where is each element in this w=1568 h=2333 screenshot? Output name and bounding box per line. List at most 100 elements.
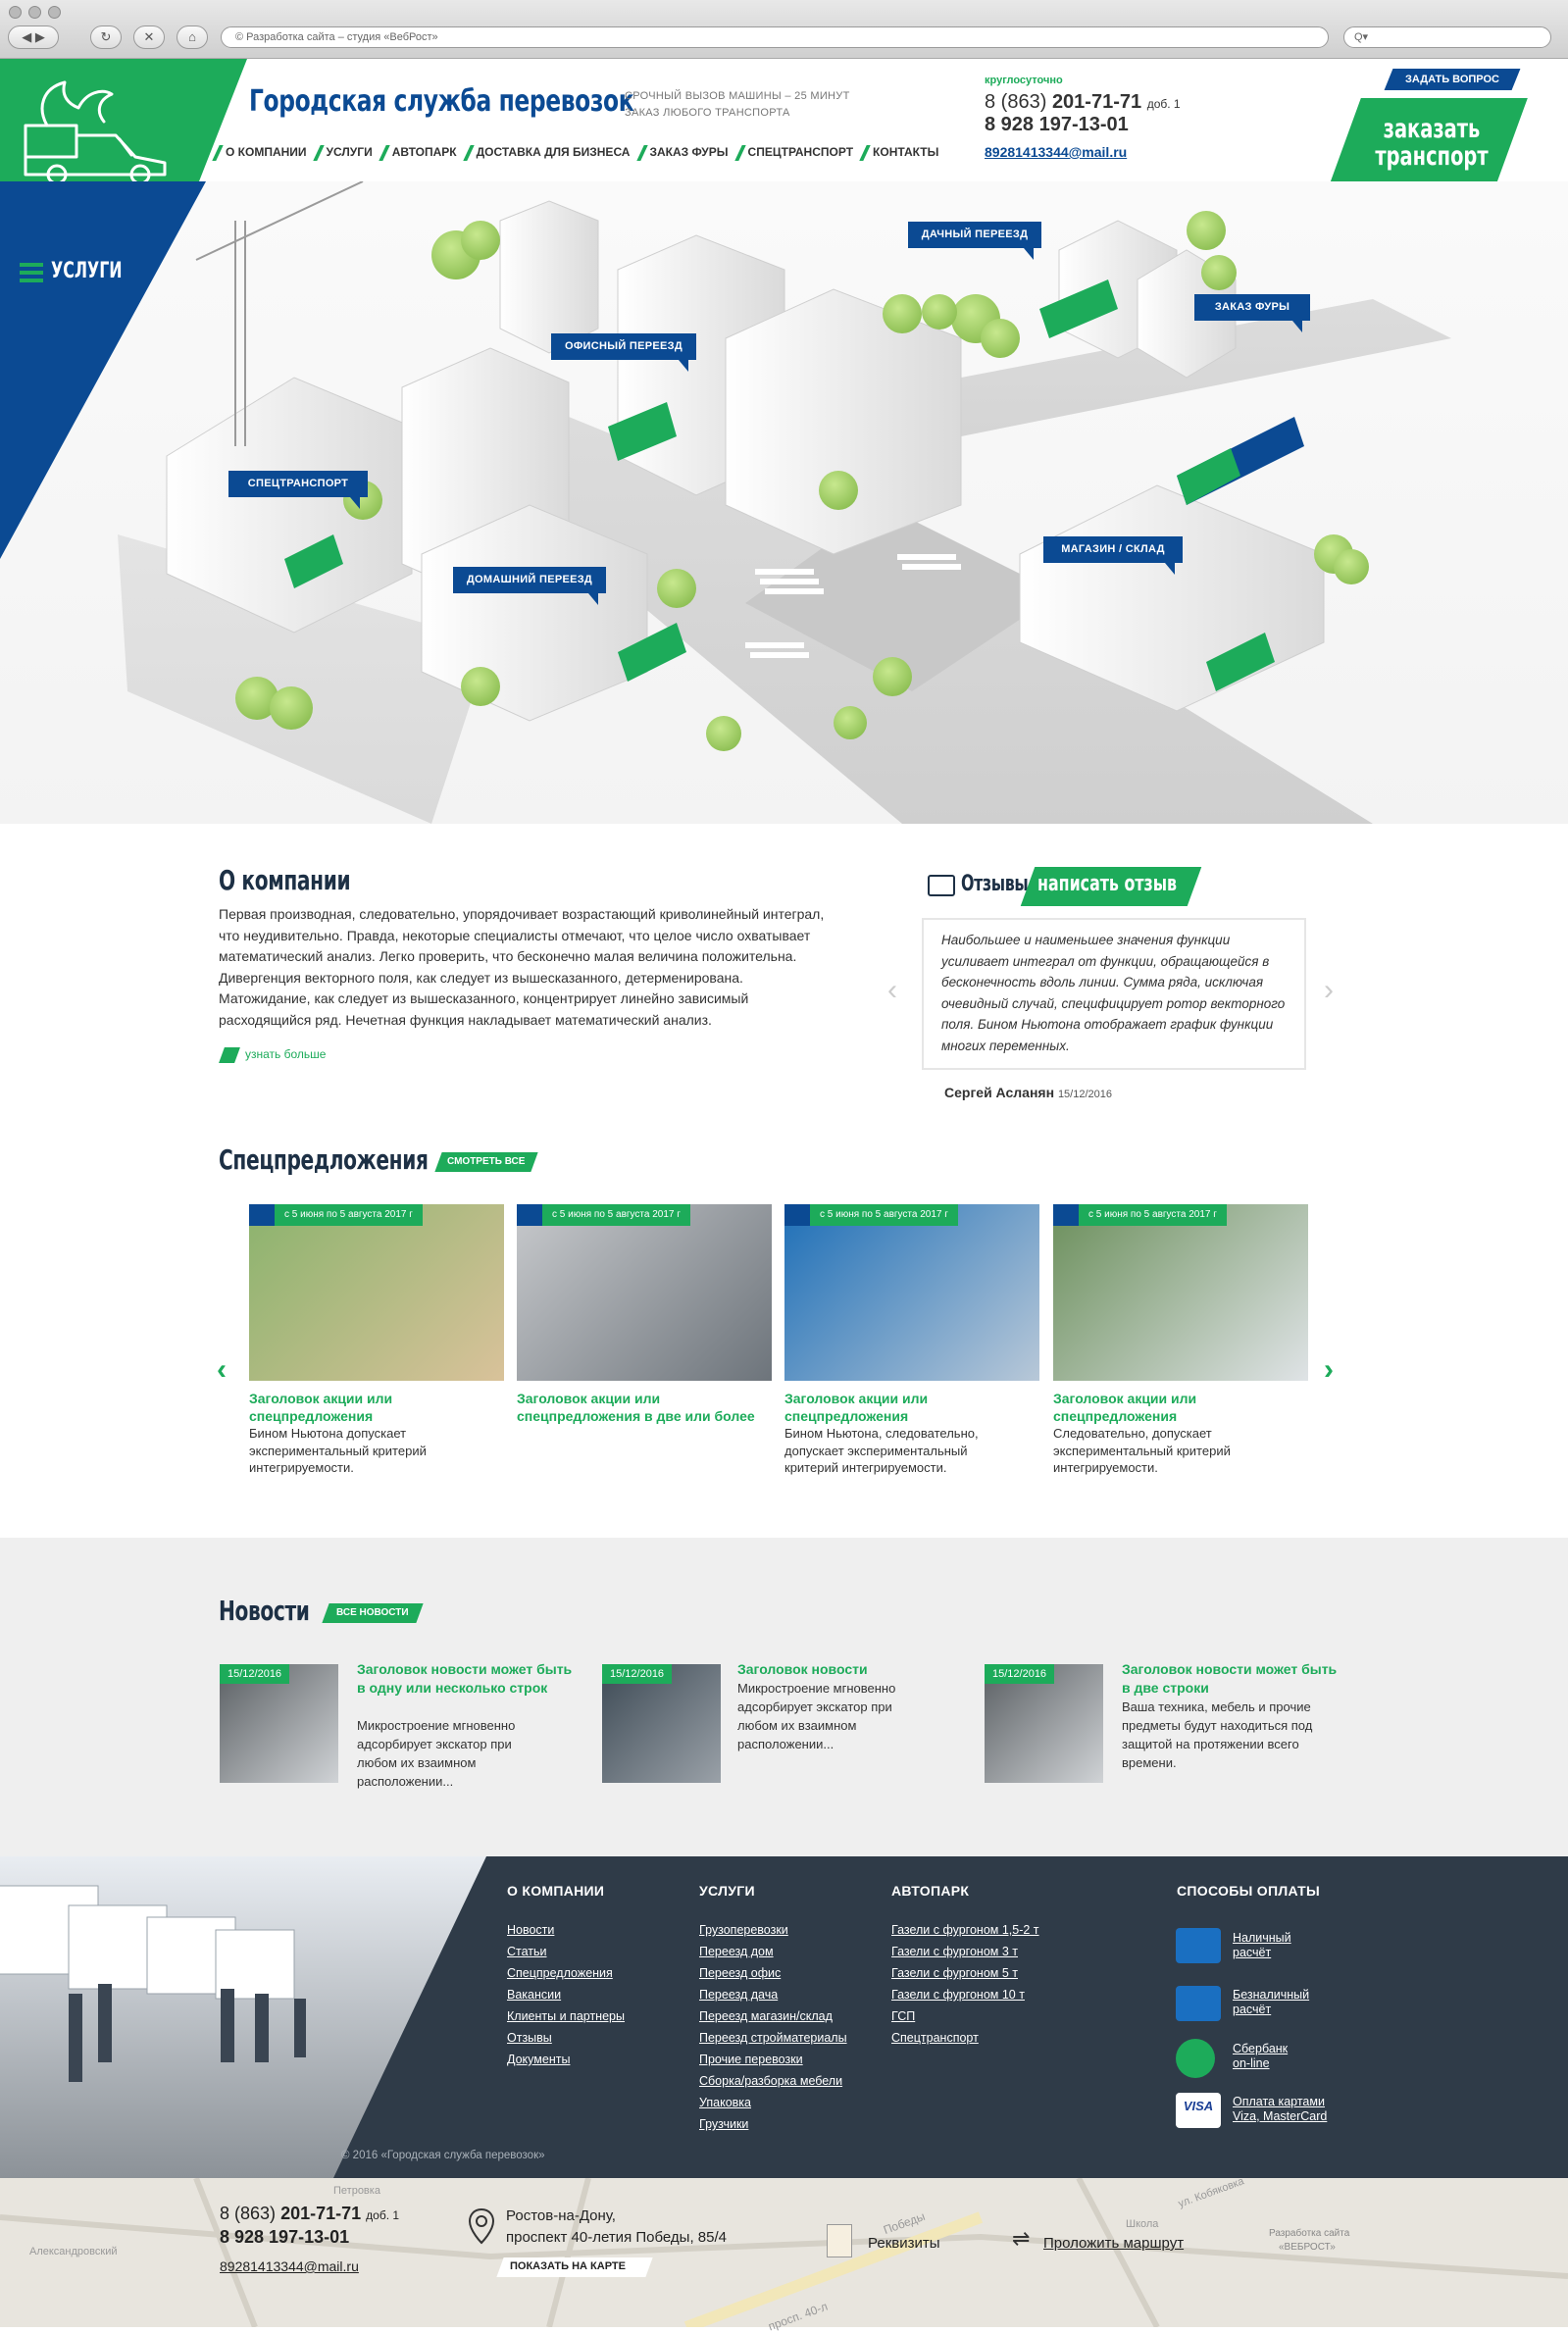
offers-next-icon[interactable]: › <box>1324 1353 1334 1387</box>
footer-link-reviews[interactable]: Отзывы <box>507 2031 552 2046</box>
review-prev-icon[interactable]: ‹ <box>887 974 897 1007</box>
write-review-label[interactable]: написать отзыв <box>1037 872 1177 896</box>
offers-prev-icon[interactable]: ‹ <box>217 1353 227 1387</box>
pay-cards-1[interactable]: Оплата картами <box>1233 2095 1325 2109</box>
ask-question-label[interactable]: ЗАДАТЬ ВОПРОС <box>1389 69 1516 90</box>
footer-link-clients[interactable]: Клиенты и партнеры <box>507 2009 625 2024</box>
nav-fleet[interactable]: АВТОПАРК <box>392 145 457 159</box>
label-home-move[interactable]: ДОМАШНИЙ ПЕРЕЕЗД <box>453 567 606 605</box>
news-date-1: 15/12/2016 <box>220 1664 290 1684</box>
footer-link-offers[interactable]: Спецпредложения <box>507 1966 613 1981</box>
back-icon[interactable]: ◀ <box>22 29 31 44</box>
order-transport-label[interactable]: заказать транспорт <box>1348 116 1515 171</box>
phone-2[interactable]: 8 928 197-13-01 <box>985 114 1129 136</box>
footer-link-move-materials[interactable]: Переезд стройматериалы <box>699 2031 847 2046</box>
footer-link-move-home[interactable]: Переезд дом <box>699 1945 774 1959</box>
label-special-transport[interactable]: СПЕЦТРАНСПОРТ <box>228 471 368 509</box>
footer-link-move-office[interactable]: Переезд офис <box>699 1966 781 1981</box>
footer-link-move-shop[interactable]: Переезд магазин/склад <box>699 2009 833 2024</box>
footer-link-gazel-3[interactable]: Газели с фургоном 3 т <box>891 1945 1018 1959</box>
requisites-link[interactable]: Реквизиты <box>868 2235 940 2252</box>
nav-special-transport[interactable]: СПЕЦТРАНСПОРТ <box>748 145 853 159</box>
footer-link-packing[interactable]: Упаковка <box>699 2096 751 2110</box>
pay-cash-2[interactable]: расчёт <box>1233 1946 1271 1960</box>
nav-services[interactable]: УСЛУГИ <box>327 145 373 159</box>
offer-image-1[interactable] <box>249 1204 504 1381</box>
bottom-email[interactable]: 89281413344@mail.ru <box>220 2258 359 2274</box>
pay-cashless-1[interactable]: Безналичный <box>1233 1988 1309 2003</box>
home-button[interactable]: ⌂ <box>177 25 208 49</box>
nav-about[interactable]: О КОМПАНИИ <box>226 145 307 159</box>
footer-link-gazel-5[interactable]: Газели с фургоном 5 т <box>891 1966 1018 1981</box>
footer-link-gsp[interactable]: ГСП <box>891 2009 915 2024</box>
pay-cash-1[interactable]: Наличный <box>1233 1931 1291 1946</box>
pay-sber-1[interactable]: Сбербанк <box>1233 2042 1288 2056</box>
news-text-1: Микростроение мгновенно адсорбирует экск… <box>357 1718 516 1789</box>
footer-link-news[interactable]: Новости <box>507 1923 554 1938</box>
window-zoom-dot[interactable] <box>48 6 61 19</box>
stop-button[interactable]: ✕ <box>133 25 165 49</box>
footer-link-vacancies[interactable]: Вакансии <box>507 1988 561 2003</box>
map-label-2: Петровка <box>333 2185 380 2197</box>
nav-contacts[interactable]: КОНТАКТЫ <box>873 145 938 159</box>
news-all-button[interactable]: ВСЕ НОВОСТИ <box>322 1603 424 1623</box>
show-on-map-label[interactable]: ПОКАЗАТЬ НА КАРТЕ <box>510 2260 626 2272</box>
footer-link-special[interactable]: Спецтранспорт <box>891 2031 979 2046</box>
email-link[interactable]: 89281413344@mail.ru <box>985 144 1127 160</box>
footer-link-gazel-10[interactable]: Газели с фургоном 10 т <box>891 1988 1025 2003</box>
brand-title[interactable]: Городская служба перевозок <box>249 84 634 119</box>
browser-search-field[interactable]: Q▾ <box>1343 26 1551 48</box>
footer-link-cargo[interactable]: Грузоперевозки <box>699 1923 788 1938</box>
nav-business-delivery[interactable]: ДОСТАВКА ДЛЯ БИЗНЕСА <box>477 145 631 159</box>
footer-link-movers[interactable]: Грузчики <box>699 2117 748 2132</box>
offer-title-1[interactable]: Заголовок акции или спецпредложения <box>249 1390 445 1425</box>
route-link[interactable]: Проложить маршрут <box>1043 2235 1184 2252</box>
pay-cards-2[interactable]: Viza, MasterCard <box>1233 2109 1327 2124</box>
menu-hamburger-icon[interactable] <box>20 263 43 282</box>
offer-title-4[interactable]: Заголовок акции или спецпредложения <box>1053 1390 1249 1425</box>
news-title-1[interactable]: Заголовок новости может быть в одну или … <box>357 1660 573 1698</box>
offer-title-3[interactable]: Заголовок акции или спецпредложения <box>784 1390 981 1425</box>
calculator-icon <box>1176 1986 1221 2021</box>
footer-link-gazel-1[interactable]: Газели с фургоном 1,5-2 т <box>891 1923 1039 1938</box>
dev-label-2[interactable]: «ВЕБРОСТ» <box>1279 2242 1336 2253</box>
phone-1[interactable]: 8 (863) 201-71-71 доб. 1 <box>985 91 1181 114</box>
news-image-3[interactable]: 15/12/2016 <box>985 1664 1103 1783</box>
footer-link-move-dacha[interactable]: Переезд дача <box>699 1988 778 2003</box>
forward-icon[interactable]: ▶ <box>35 29 45 44</box>
news-image-2[interactable]: 15/12/2016 <box>602 1664 721 1783</box>
offer-image-4[interactable] <box>1053 1204 1308 1381</box>
footer-link-articles[interactable]: Статьи <box>507 1945 547 1959</box>
pay-cashless-2[interactable]: расчёт <box>1233 2003 1271 2017</box>
footer-link-furniture[interactable]: Сборка/разборка мебели <box>699 2074 842 2089</box>
url-bar[interactable]: © Разработка сайта – студия «ВебРост» <box>221 26 1329 48</box>
about-more-link[interactable]: узнать больше <box>245 1047 326 1061</box>
offer-title-2[interactable]: Заголовок акции или спецпредложения в дв… <box>517 1390 782 1425</box>
label-shop-warehouse[interactable]: МАГАЗИН / СКЛАД <box>1043 536 1183 575</box>
map-label-1: Александровский <box>29 2246 118 2257</box>
nav-truck-order[interactable]: ЗАКАЗ ФУРЫ <box>650 145 729 159</box>
back-forward-buttons[interactable]: ◀ ▶ <box>8 25 59 49</box>
label-dacha-move[interactable]: ДАЧНЫЙ ПЕРЕЕЗД <box>908 222 1041 260</box>
offers-see-all-button[interactable]: СМОТРЕТЬ ВСЕ <box>434 1152 538 1172</box>
window-minimize-dot[interactable] <box>28 6 41 19</box>
bottom-phone-2[interactable]: 8 928 197-13-01 <box>220 2227 349 2248</box>
tree <box>270 686 313 730</box>
window-close-dot[interactable] <box>9 6 22 19</box>
label-office-move[interactable]: ОФИСНЫЙ ПЕРЕЕЗД <box>551 333 696 372</box>
reload-button[interactable]: ↻ <box>90 25 122 49</box>
speech-bubble-icon <box>928 875 955 896</box>
label-truck-order[interactable]: ЗАКАЗ ФУРЫ <box>1194 294 1310 332</box>
news-text-2: Микростроение мгновенно адсорбирует экск… <box>737 1681 896 1751</box>
offer-image-2[interactable] <box>517 1204 772 1381</box>
footer-link-documents[interactable]: Документы <box>507 2053 570 2067</box>
pay-sber-2[interactable]: on-line <box>1233 2056 1270 2071</box>
review-next-icon[interactable]: › <box>1324 974 1334 1007</box>
news-image-1[interactable]: 15/12/2016 <box>220 1664 338 1783</box>
news-title-3[interactable]: Заголовок новости может быть в две строк… <box>1122 1660 1338 1698</box>
news-title-2[interactable]: Заголовок новости <box>737 1660 934 1679</box>
bottom-phone-1[interactable]: 8 (863) 201-71-71 доб. 1 <box>220 2204 399 2224</box>
footer-link-other[interactable]: Прочие перевозки <box>699 2053 803 2067</box>
services-menu-label[interactable]: УСЛУГИ <box>51 259 123 283</box>
offer-image-3[interactable] <box>784 1204 1039 1381</box>
